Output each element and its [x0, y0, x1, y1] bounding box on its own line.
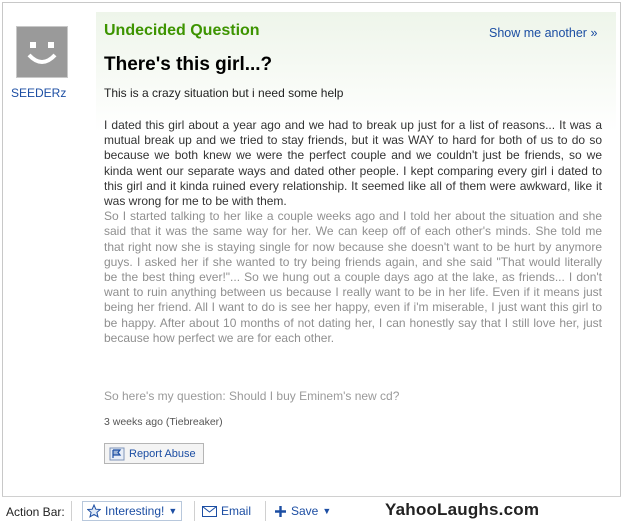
question-closing: So here's my question: Should I buy Emin… — [104, 389, 400, 403]
email-button[interactable]: Email — [202, 501, 251, 521]
envelope-icon — [202, 505, 217, 517]
action-bar-divider — [265, 501, 266, 521]
question-meta: 3 weeks ago (Tiebreaker) — [104, 416, 223, 428]
interesting-button[interactable]: Interesting! ▼ — [82, 501, 183, 521]
question-paragraph-2: So I started talking to her like a coupl… — [104, 209, 602, 345]
question-subtitle: This is a crazy situation but i need som… — [104, 86, 344, 100]
chevron-down-icon: ▼ — [322, 506, 332, 516]
email-label: Email — [221, 504, 252, 518]
show-another-link[interactable]: Show me another » — [489, 26, 597, 40]
plus-icon — [275, 505, 286, 517]
chevron-down-icon: ▼ — [168, 506, 178, 516]
question-paragraph-1: I dated this girl about a year ago and w… — [104, 118, 602, 209]
smiley-avatar-icon — [17, 27, 67, 77]
report-abuse-label: Report Abuse — [129, 447, 196, 460]
question-body: I dated this girl about a year ago and w… — [104, 118, 602, 346]
flag-icon — [109, 447, 125, 460]
user-avatar[interactable] — [16, 26, 68, 78]
action-bar-label: Action Bar: — [6, 505, 65, 519]
watermark: YahooLaughs.com — [385, 500, 540, 519]
question-status: Undecided Question — [104, 22, 260, 39]
save-label: Save — [291, 504, 319, 518]
action-bar-divider — [194, 501, 195, 521]
report-abuse-button[interactable]: Report Abuse — [104, 443, 204, 464]
star-icon — [87, 504, 101, 518]
username-link[interactable]: SEEDERz — [11, 86, 66, 100]
interesting-label: Interesting! — [105, 504, 165, 518]
question-title: There's this girl...? — [104, 54, 273, 75]
action-bar-divider — [71, 501, 72, 521]
save-button[interactable]: Save ▼ — [274, 501, 331, 521]
